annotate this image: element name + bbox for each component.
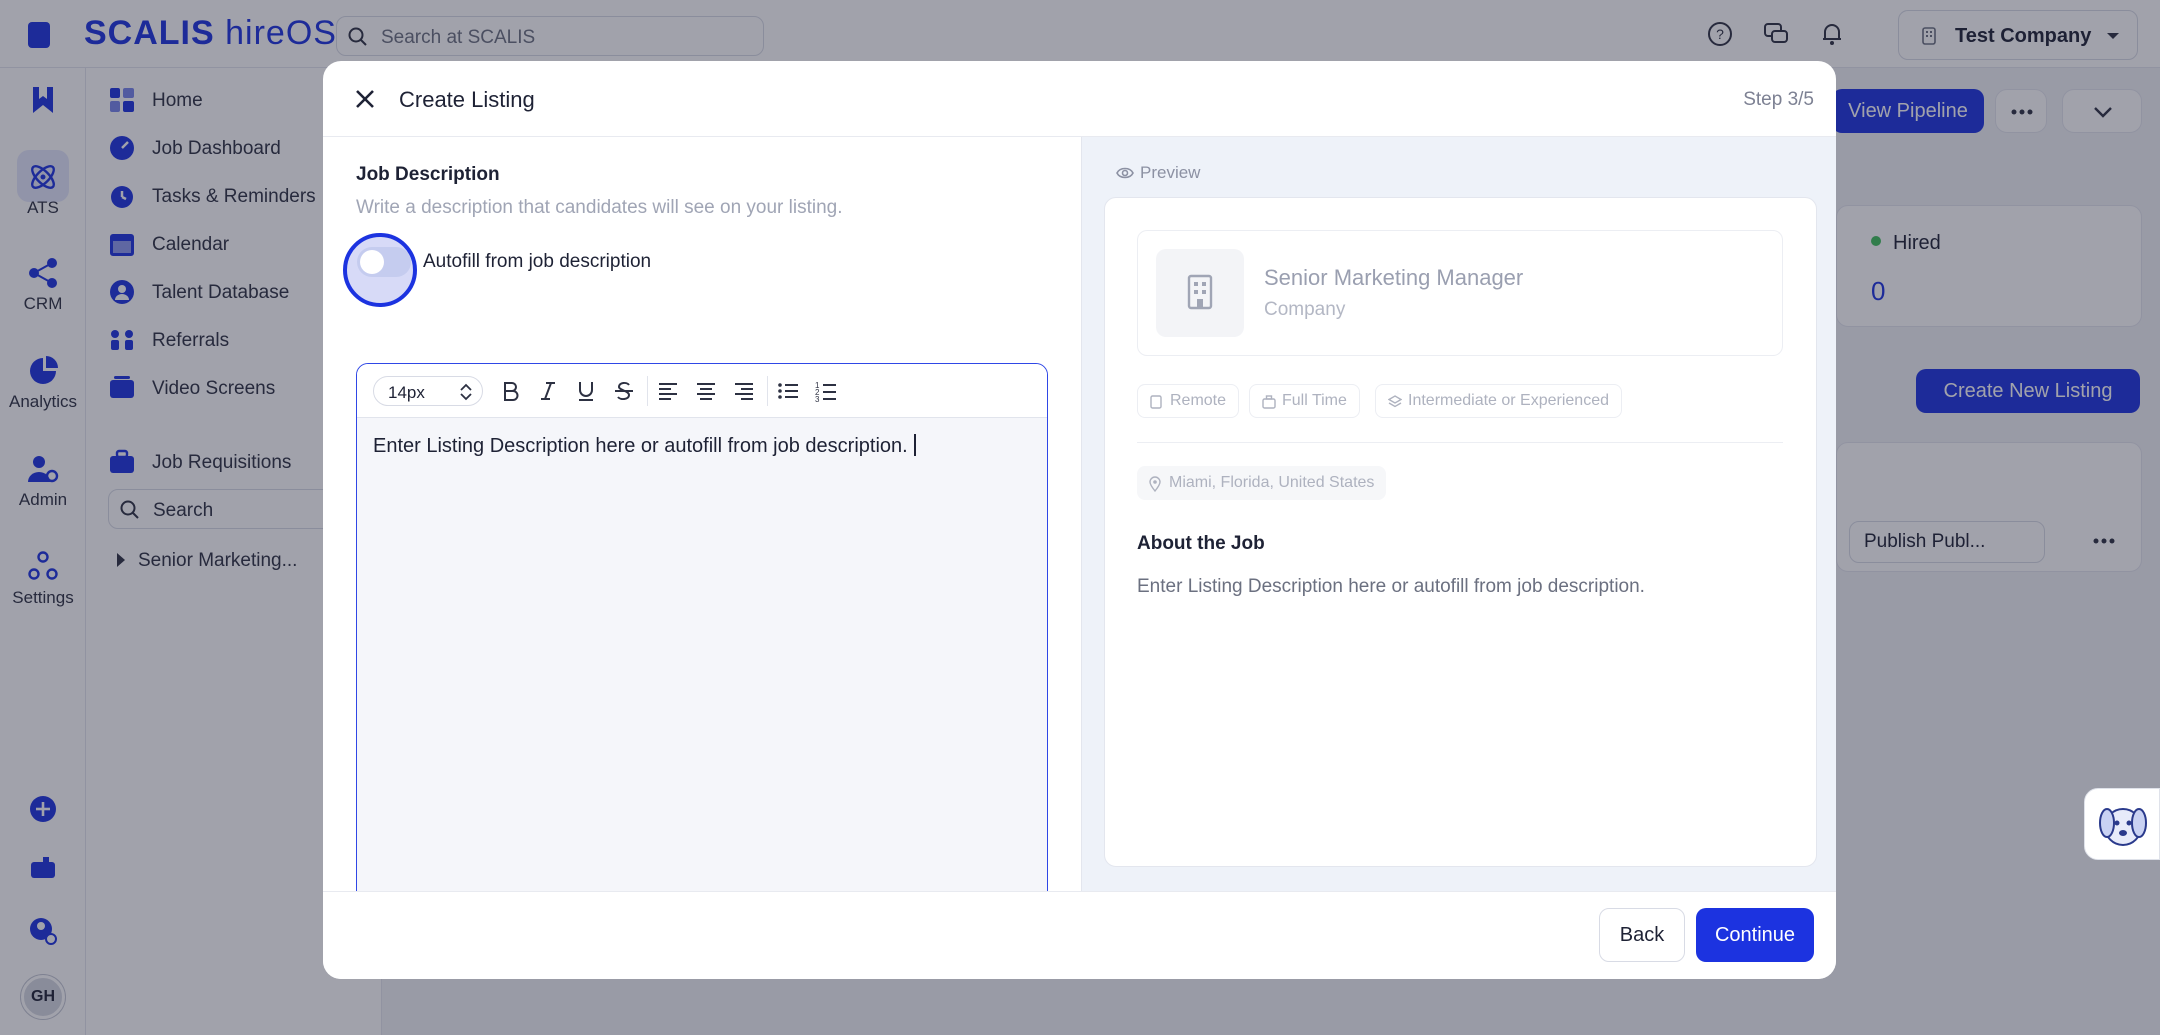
assistant-mascot-button[interactable] (2084, 788, 2160, 860)
italic-icon[interactable] (535, 378, 561, 404)
preview-panel: Preview Senior Marketing Manager Company… (1081, 137, 1836, 891)
numbered-list-icon[interactable]: 123 (813, 378, 839, 404)
svg-text:3: 3 (815, 395, 820, 404)
font-size-select[interactable]: 14px (373, 376, 483, 406)
about-title: About the Job (1137, 533, 1265, 554)
preview-divider (1137, 442, 1783, 443)
eye-icon (1116, 167, 1134, 179)
autofill-toggle[interactable] (357, 247, 411, 277)
tag-experience-label: Intermediate or Experienced (1408, 392, 1609, 409)
location-chip: Miami, Florida, United States (1137, 466, 1387, 500)
step-indicator: Step 3/5 (1743, 89, 1814, 110)
autofill-toggle-label: Autofill from job description (423, 251, 652, 272)
about-text: Enter Listing Description here or autofi… (1137, 576, 1645, 597)
briefcase-icon (1262, 395, 1276, 409)
toggle-knob (360, 250, 384, 274)
tag-full-time: Full Time (1249, 384, 1360, 418)
continue-button[interactable]: Continue (1696, 908, 1814, 962)
align-center-icon[interactable] (693, 378, 719, 404)
section-description: Write a description that candidates will… (356, 197, 843, 218)
modal-title: Create Listing (399, 87, 535, 112)
strikethrough-icon[interactable] (611, 378, 637, 404)
font-size-value: 14px (388, 383, 425, 402)
location-label: Miami, Florida, United States (1169, 474, 1375, 491)
create-listing-modal: Create Listing Step 3/5 Job Description … (323, 61, 1836, 979)
align-right-icon[interactable] (731, 378, 757, 404)
layers-icon (1388, 395, 1402, 408)
description-panel: Job Description Write a description that… (323, 137, 1081, 915)
preview-label-text: Preview (1140, 163, 1201, 182)
preview-company: Company (1264, 299, 1346, 320)
preview-job-title: Senior Marketing Manager (1264, 265, 1524, 290)
preview-header: Senior Marketing Manager Company (1137, 230, 1783, 356)
underline-icon[interactable] (573, 378, 599, 404)
updown-chevron-icon (460, 383, 472, 401)
tag-remote: Remote (1137, 384, 1240, 418)
editor-toolbar: 14px 123 (357, 364, 1047, 418)
building-icon (1187, 274, 1213, 310)
tag-experience: Intermediate or Experienced (1375, 384, 1622, 418)
toolbar-divider (647, 376, 648, 406)
building-icon (1150, 395, 1162, 409)
editor-text-value: Enter Listing Description here or autofi… (373, 435, 908, 457)
close-icon[interactable] (351, 85, 379, 113)
toolbar-divider (767, 376, 768, 406)
bullet-list-icon[interactable] (775, 378, 801, 404)
dog-mascot-icon (2099, 808, 2147, 846)
section-title: Job Description (356, 164, 500, 185)
bold-icon[interactable] (497, 378, 523, 404)
tag-full-time-label: Full Time (1282, 392, 1347, 409)
description-editor[interactable]: 14px 123 Enter Listing Description here … (356, 363, 1048, 915)
text-caret (913, 434, 916, 456)
align-left-icon[interactable] (655, 378, 681, 404)
preview-card: Senior Marketing Manager Company Remote … (1104, 197, 1817, 867)
back-button[interactable]: Back (1599, 908, 1685, 962)
modal-header: Create Listing Step 3/5 (323, 61, 1836, 137)
company-logo-placeholder (1156, 249, 1244, 337)
editor-content[interactable]: Enter Listing Description here or autofi… (373, 434, 916, 458)
tag-remote-label: Remote (1170, 392, 1227, 409)
location-pin-icon (1149, 476, 1161, 492)
